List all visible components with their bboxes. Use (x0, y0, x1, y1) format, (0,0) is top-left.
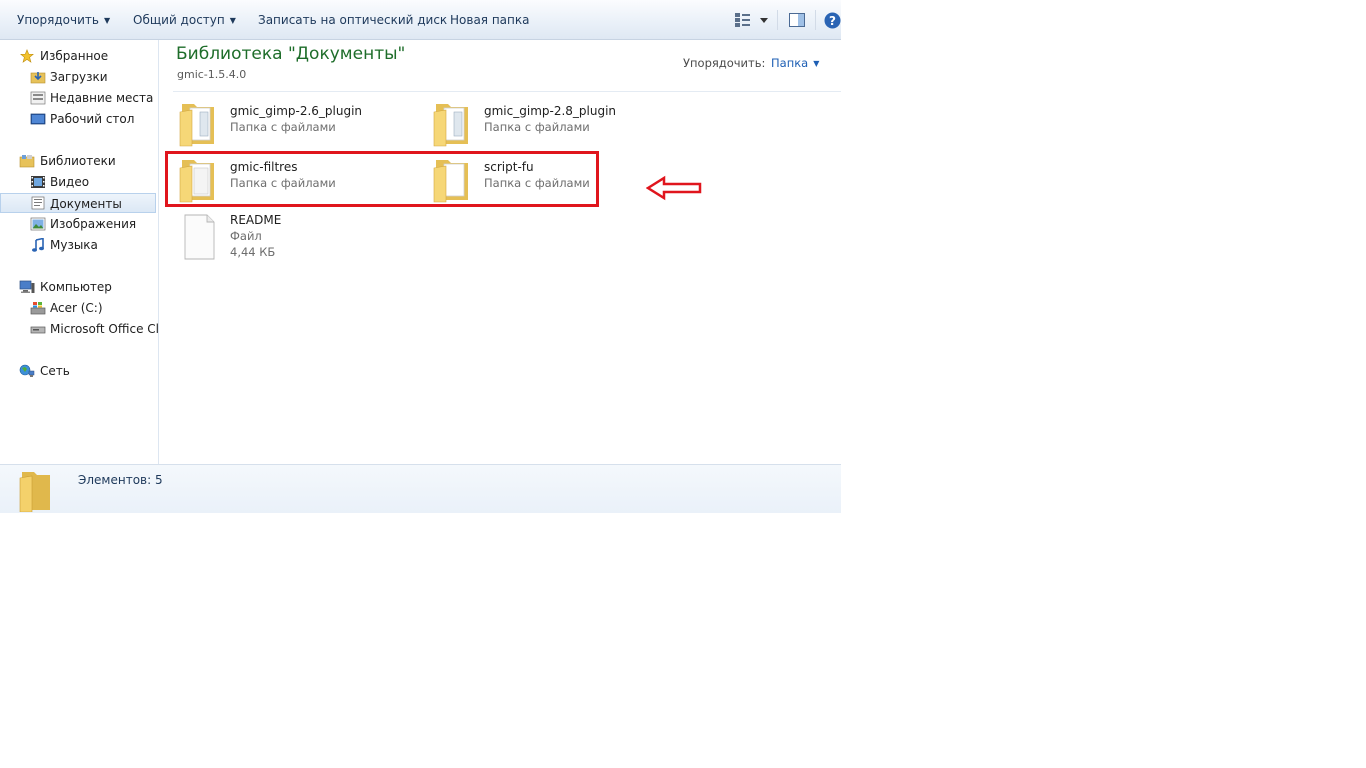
nav-computer[interactable]: Компьютер (0, 277, 156, 297)
folder-icon (19, 472, 50, 512)
new-folder-label: Новая папка (450, 13, 530, 27)
nav-images-label: Изображения (50, 217, 137, 231)
file-list-pane: Библиотека "Документы" gmic-1.5.4.0 Упор… (159, 40, 841, 464)
file-item[interactable]: README Файл 4,44 КБ (178, 212, 418, 264)
nav-libraries[interactable]: Библиотеки (0, 151, 156, 171)
recent-places-icon (30, 91, 46, 105)
command-bar: Упорядочить ▼ Общий доступ ▼ Записать на о… (0, 0, 841, 40)
view-icon (735, 13, 768, 27)
desktop-icon (30, 113, 46, 125)
burn-label: Записать на оптический диск (258, 13, 448, 27)
nav-music[interactable]: Музыка (0, 235, 156, 255)
nav-music-label: Музыка (50, 238, 98, 252)
star-icon (20, 49, 34, 63)
file-size: 4,44 КБ (230, 245, 276, 259)
folder-icon (433, 104, 468, 147)
video-icon (31, 176, 45, 188)
nav-recent-label: Недавние места (50, 91, 154, 105)
music-icon (32, 238, 44, 252)
nav-drive-c[interactable]: Acer (C:) (0, 298, 156, 318)
nav-network[interactable]: Сеть (0, 361, 156, 381)
chevron-down-icon: ▼ (229, 16, 236, 25)
file-item[interactable]: gmic_gimp-2.8_plugin Папка с файлами (432, 98, 672, 150)
file-type: Папка с файлами (484, 120, 590, 134)
library-subtitle: gmic-1.5.4.0 (177, 68, 247, 81)
help-icon: ? (824, 12, 841, 29)
file-name: README (230, 213, 282, 227)
share-button[interactable]: Общий доступ ▼ (133, 0, 236, 40)
hard-drive-icon (30, 302, 46, 315)
document-file-icon (184, 214, 215, 260)
preview-pane-button[interactable] (789, 12, 805, 31)
nav-desktop[interactable]: Рабочий стол (0, 109, 156, 129)
preview-pane-icon (789, 13, 805, 27)
explorer-window: Упорядочить ▼ Общий доступ ▼ Записать на о… (0, 0, 841, 513)
libraries-icon (19, 155, 35, 168)
computer-icon (19, 280, 35, 293)
nav-documents-label: Документы (50, 197, 122, 211)
nav-favorites-label: Избранное (40, 49, 109, 63)
chevron-down-icon: ▼ (103, 16, 111, 25)
view-options-button[interactable] (734, 12, 774, 31)
nav-images[interactable]: Изображения (0, 214, 156, 234)
nav-recent[interactable]: Недавние места (0, 88, 156, 108)
virtual-drive-icon (30, 326, 46, 334)
file-type: Файл (230, 229, 262, 243)
arrange-by-dropdown[interactable]: Папка ▼ (771, 56, 819, 70)
file-name: gmic_gimp-2.8_plugin (484, 104, 617, 118)
nav-network-label: Сеть (40, 364, 70, 378)
images-icon (30, 217, 46, 231)
nav-downloads[interactable]: Загрузки (0, 67, 156, 87)
item-count: Элементов: 5 (78, 473, 163, 487)
arrange-by-value: Папка (771, 56, 809, 70)
burn-button[interactable]: Записать на оптический диск (258, 0, 447, 40)
nav-documents[interactable]: Документы (0, 193, 156, 213)
share-label: Общий доступ (133, 13, 225, 27)
nav-favorites[interactable]: Избранное (0, 46, 156, 66)
nav-office[interactable]: Microsoft Office Clic (0, 319, 159, 339)
network-icon (19, 364, 35, 377)
nav-drive-c-label: Acer (C:) (50, 301, 103, 315)
nav-office-label: Microsoft Office Clic (50, 322, 159, 336)
arrange-by-label: Упорядочить: (683, 56, 766, 70)
file-item[interactable]: gmic_gimp-2.6_plugin Папка с файлами (178, 98, 418, 150)
nav-computer-label: Компьютер (40, 280, 112, 294)
organize-button[interactable]: Упорядочить ▼ (17, 0, 110, 40)
svg-text:?: ? (829, 14, 836, 28)
nav-video-label: Видео (50, 175, 90, 189)
documents-icon (31, 196, 45, 210)
file-type: Папка с файлами (230, 120, 336, 134)
downloads-folder-icon (30, 72, 46, 84)
highlight-box (165, 151, 599, 207)
file-name: gmic_gimp-2.6_plugin (230, 104, 363, 118)
navigation-pane: Избранное Загрузки Недавние места Рабочи… (0, 40, 159, 464)
left-arrow-icon (646, 175, 702, 201)
details-pane: Элементов: 5 (0, 464, 841, 513)
nav-video[interactable]: Видео (0, 172, 156, 192)
nav-libraries-label: Библиотеки (40, 154, 116, 168)
folder-icon (179, 104, 214, 147)
chevron-down-icon: ▼ (813, 59, 820, 68)
library-title: Библиотека "Документы" (176, 44, 406, 64)
nav-desktop-label: Рабочий стол (50, 112, 135, 126)
organize-label: Упорядочить (17, 13, 99, 27)
nav-downloads-label: Загрузки (50, 70, 108, 84)
help-button[interactable]: ? (824, 12, 841, 32)
header-divider (173, 91, 841, 92)
new-folder-button[interactable]: Новая папка (450, 0, 529, 40)
